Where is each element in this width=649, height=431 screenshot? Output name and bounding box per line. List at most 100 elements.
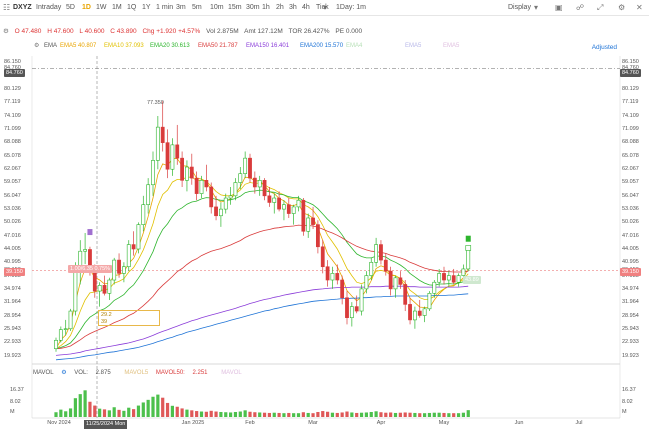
volume-bar (345, 411, 349, 417)
candle-body (412, 310, 417, 321)
volume-bar (418, 413, 422, 417)
range-box-line2: 39 (101, 319, 108, 325)
volume-bar (277, 412, 281, 417)
date-tick: Jan 2025 (181, 420, 205, 426)
candle-body (194, 177, 199, 194)
candle-body (325, 266, 330, 281)
volume-bar (335, 412, 339, 417)
volume-bar (224, 412, 228, 417)
volume-bar (393, 412, 398, 417)
volume-bar (408, 412, 412, 417)
volume-bar (272, 412, 276, 417)
settings-icon[interactable]: ⚙ (61, 370, 66, 376)
date-tick: May (438, 420, 450, 426)
volume-bar (326, 411, 330, 417)
candle-body (252, 177, 257, 188)
volume-bar (185, 409, 189, 417)
candle-body (238, 173, 243, 183)
volume-axis-left: 16.37 8.02 M (10, 0, 32, 431)
candle-body (272, 197, 277, 203)
volume-bar (282, 413, 286, 417)
volume-bar (340, 412, 344, 417)
volume-bar (330, 412, 335, 417)
volume-bar (132, 409, 136, 417)
volume-bar (292, 413, 296, 417)
candle-body (117, 259, 121, 274)
volume-bar (311, 413, 315, 417)
candle-body (403, 284, 408, 305)
volume-bar (156, 394, 160, 417)
event-marker (465, 245, 472, 251)
candle-body (92, 270, 97, 292)
mavol-other-label: MAVOL (221, 370, 242, 376)
volume-bar (88, 401, 92, 417)
volume-bar (466, 410, 470, 417)
range-box: 29.2 39 (98, 310, 160, 326)
candle-body (383, 259, 388, 272)
volume-bar (447, 413, 451, 417)
date-tick: Apr (376, 420, 386, 426)
volume-bar (233, 411, 238, 417)
volume-bar (452, 413, 456, 417)
volume-bar (161, 397, 165, 417)
candle-body (136, 224, 141, 250)
candle-body (155, 126, 160, 161)
candle-body (141, 204, 146, 225)
vol-label: VOL: 2.875 (74, 370, 116, 376)
candle-body (277, 197, 282, 210)
volume-bar (403, 412, 407, 417)
last-price-badge-right: 39.150 (620, 268, 641, 276)
candle-body (180, 157, 185, 181)
date-tick: Jun (514, 420, 524, 426)
volume-bar (112, 407, 116, 417)
crosshair-price-badge-right: 84.760 (620, 69, 641, 77)
candle-body (97, 285, 102, 292)
candle-body (354, 306, 359, 312)
volume-bar (199, 411, 204, 417)
volume-bar (253, 412, 257, 417)
volume-bar (180, 408, 184, 417)
volume-bar (127, 407, 131, 417)
volume-bar (296, 413, 301, 417)
candle-body (359, 288, 364, 312)
candle-body (122, 266, 126, 274)
volume-bar (141, 402, 145, 417)
candle-body (335, 273, 340, 281)
volume-axis-right: 16.37 8.02 M (622, 0, 649, 431)
vol-label-text: VOL: (74, 370, 88, 376)
volume-bar (229, 412, 233, 417)
volume-bar (413, 412, 417, 417)
volume-bar (306, 412, 310, 417)
candle-body (112, 259, 117, 281)
candle-body (345, 297, 349, 318)
candle-body (102, 285, 107, 294)
volume-bar (398, 412, 402, 417)
volume-bar (175, 406, 179, 417)
vol-value: 2.875 (95, 370, 111, 376)
volume-bar (267, 412, 271, 417)
mavol50-value: 2.251 (192, 370, 208, 376)
candle-body (126, 244, 131, 268)
candle-body (170, 144, 175, 170)
candle-body (422, 308, 427, 316)
candle-body (446, 275, 451, 281)
mavol-label[interactable]: MAVOL (33, 370, 54, 376)
volume-bar (262, 412, 267, 417)
volume-bar (461, 412, 465, 417)
volume-bar (432, 412, 436, 417)
volume-bar (59, 409, 63, 417)
event-marker (465, 235, 471, 242)
price-chart[interactable] (0, 0, 649, 431)
volume-tick-left: 16.37 (10, 387, 24, 393)
volume-bar (78, 394, 82, 417)
candle-body (393, 277, 398, 290)
candle-body (131, 244, 136, 250)
mavol50-label: MAVOL50: 2.251 (156, 370, 214, 376)
volume-bar (219, 411, 223, 417)
date-tick: Jul (575, 420, 583, 426)
volume-bar (437, 412, 441, 417)
event-marker (87, 229, 93, 236)
price-range-badge: 1.00/6.35 0.75% (68, 265, 113, 273)
candle-body (107, 279, 112, 294)
candle-body (223, 197, 228, 210)
